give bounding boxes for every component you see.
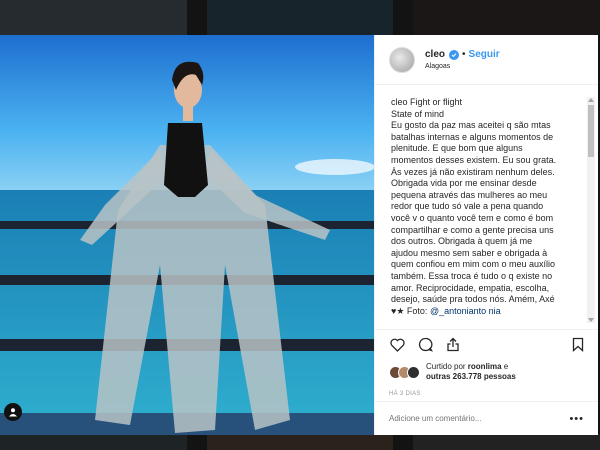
- location-link[interactable]: Alagoas: [425, 63, 500, 70]
- caption-line: plenitude. E que bom que alguns: [391, 143, 523, 154]
- caption-line: amor. Reciprocidade, empatia, escolha,: [391, 282, 550, 293]
- post-sidebar: cleo • Seguir Alagoas cleo Fight or flig…: [374, 35, 598, 435]
- post-header: cleo • Seguir Alagoas: [375, 35, 598, 85]
- caption-text: cleo Fight or flight State of mind Eu go…: [391, 97, 573, 317]
- caption-line: quem confiou em mim com o meu auxílio: [391, 259, 556, 270]
- user-tag-button[interactable]: [4, 403, 22, 421]
- liker-avatar[interactable]: [407, 365, 420, 379]
- scroll-thumb[interactable]: [588, 105, 594, 157]
- caption-scrollbar[interactable]: [587, 97, 595, 323]
- caption-line: também. Essa troca é tudo o q existe no: [391, 270, 553, 281]
- user-icon: [9, 408, 17, 417]
- photo-credit-mention[interactable]: @_antonianto nia: [430, 306, 501, 316]
- caption-area[interactable]: cleo Fight or flight State of mind Eu go…: [375, 85, 598, 329]
- caption-line: batalhas internas e alguns momentos de: [391, 131, 554, 142]
- likes-text: Curtido por roonlima e outras 263.778 pe…: [426, 362, 516, 382]
- follow-button[interactable]: Seguir: [469, 49, 500, 60]
- post-photo[interactable]: [0, 35, 374, 435]
- share-icon: [447, 337, 459, 352]
- username[interactable]: cleo: [425, 49, 445, 60]
- bookmark-icon: [572, 337, 584, 352]
- post-timestamp[interactable]: HÁ 3 DIAS: [375, 385, 598, 401]
- verified-badge-icon: [449, 49, 460, 60]
- caption-line: ajudou mesmo sem saber e obrigada à: [391, 247, 548, 258]
- comment-button[interactable]: [417, 337, 433, 353]
- scroll-down-arrow-icon[interactable]: [588, 318, 594, 322]
- like-button[interactable]: [389, 337, 405, 353]
- likes-count[interactable]: outras 263.778 pessoas: [426, 372, 516, 381]
- comment-input[interactable]: [389, 414, 570, 423]
- caption-line: Obrigada vida por me ensinar desde: [391, 178, 537, 189]
- caption-line: Eu gosto da paz mas aceitei q são mtas: [391, 120, 551, 131]
- caption-line: desejo, saúde pra todos nós. Amém, Axé: [391, 294, 555, 305]
- more-options-button[interactable]: •••: [569, 413, 584, 425]
- caption-line: você v o quanto você tem e como é bom: [391, 212, 554, 223]
- caption-line: Fight or flight: [410, 97, 463, 107]
- caption-username[interactable]: cleo: [391, 97, 408, 107]
- liked-by-suffix: e: [501, 362, 509, 371]
- caption-line: State of mind: [391, 108, 445, 119]
- avatar[interactable]: [389, 46, 415, 73]
- share-button[interactable]: [445, 337, 461, 353]
- caption-line: momentos desses existem. Eu sou grata.: [391, 154, 557, 165]
- liked-by-user[interactable]: roonlima: [468, 362, 502, 371]
- caption-line: Às vezes já não existiram nenhum deles.: [391, 166, 555, 177]
- comment-icon: [418, 337, 433, 352]
- scroll-up-arrow-icon[interactable]: [588, 98, 594, 102]
- caption-line: redor que tudo só vale a pena quando: [391, 201, 544, 212]
- caption-line: pequena através das mulheres ao meu: [391, 189, 548, 200]
- separator-dot: •: [462, 49, 466, 60]
- likes-summary: Curtido por roonlima e outras 263.778 pe…: [375, 359, 598, 385]
- caption-line: compartilhar e como a gente precisa uns: [391, 224, 554, 235]
- photo-credit-prefix: ♥★ Foto:: [391, 305, 430, 316]
- heart-icon: [389, 338, 405, 352]
- save-button[interactable]: [570, 337, 586, 353]
- post-photo-image: [0, 35, 374, 435]
- liked-by-prefix: Curtido por: [426, 362, 468, 371]
- action-bar: [375, 329, 598, 359]
- post-modal: cleo • Seguir Alagoas cleo Fight or flig…: [0, 35, 598, 435]
- comment-row: •••: [375, 401, 598, 435]
- caption-line: dos outros. Obrigada à quem já me: [391, 236, 533, 247]
